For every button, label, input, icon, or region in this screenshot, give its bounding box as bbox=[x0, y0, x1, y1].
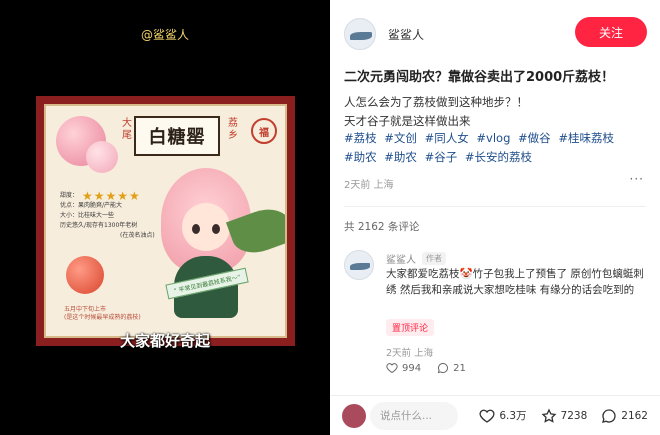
pinned-badge: 置顶评论 bbox=[386, 319, 435, 336]
video-panel[interactable]: @鲨鲨人 大尾 白糖罂 荔乡 福 甜度： ★★★★★ 优点：果肉脆爽/产能大 大… bbox=[0, 0, 330, 435]
poster-inner: 大尾 白糖罂 荔乡 福 甜度： ★★★★★ 优点：果肉脆爽/产能大 大小：比桂味… bbox=[44, 104, 287, 338]
star-icon bbox=[541, 407, 556, 423]
comment-reply-button[interactable]: 21 bbox=[437, 362, 466, 374]
comment-author-name[interactable]: 鲨鲨人 bbox=[386, 251, 416, 266]
info-line: 大小：比桂味大一些 bbox=[60, 212, 115, 219]
tag-list: #荔枝 #文创 #同人女 #vlog #做谷 #桂味荔枝 #助农 #助农 #谷子… bbox=[344, 129, 650, 167]
harvest-line: 五月中下旬上市 bbox=[64, 306, 107, 313]
rating-stars: ★★★★★ bbox=[82, 189, 141, 203]
note-title: 二次元勇闯助农？靠做谷卖出了2000斤荔枝！ bbox=[344, 70, 615, 85]
poster-side-right: 荔乡 bbox=[228, 118, 238, 141]
avatar[interactable] bbox=[344, 18, 376, 50]
bottom-bar: 说点什么... 6.3万 7238 2162 bbox=[330, 395, 660, 435]
tag-link[interactable]: #文创 bbox=[384, 131, 417, 145]
rating-label: 甜度： bbox=[60, 192, 79, 199]
engagement-stats: 6.3万 7238 2162 bbox=[479, 407, 648, 424]
comment-like-count: 994 bbox=[402, 362, 422, 374]
comment-reply-count: 21 bbox=[453, 362, 466, 374]
like-button[interactable]: 6.3万 bbox=[479, 408, 527, 424]
follow-button[interactable]: 关注 bbox=[575, 17, 647, 47]
harvest-line: (是这个时候最早成熟的荔枝) bbox=[64, 314, 141, 321]
author-row[interactable]: 鲨鲨人 bbox=[344, 18, 424, 50]
comment-author: 鲨鲨人 作者 bbox=[386, 251, 446, 266]
video-handle: @鲨鲨人 bbox=[140, 28, 189, 42]
rating-row: 甜度： ★★★★★ bbox=[60, 189, 155, 203]
poster-stamp: 福 bbox=[251, 118, 277, 144]
note-meta: 2天前 上海 bbox=[344, 180, 394, 191]
comment-like-button[interactable]: 994 bbox=[386, 362, 421, 374]
like-count: 6.3万 bbox=[499, 410, 527, 422]
character-face bbox=[182, 203, 230, 251]
comment-actions: 994 21 bbox=[386, 362, 466, 374]
author-name[interactable]: 鲨鲨人 bbox=[388, 26, 424, 43]
note-body: 人怎么会为了荔枝做到这种地步？！ 天才谷子就是这样做出来 bbox=[344, 93, 650, 131]
note-panel: 鲨鲨人 关注 二次元勇闯助农？靠做谷卖出了2000斤荔枝！ 人怎么会为了荔枝做到… bbox=[330, 0, 660, 435]
tag-link[interactable]: #长安的荔枝 bbox=[465, 150, 532, 164]
tag-link[interactable]: #谷子 bbox=[425, 150, 458, 164]
chat-bubble-icon bbox=[602, 408, 616, 423]
comment-total: 2162 bbox=[621, 409, 648, 422]
character-eye bbox=[212, 224, 220, 234]
lychee-illustration bbox=[86, 141, 118, 173]
video-caption: 大家都好奇起 bbox=[119, 332, 210, 350]
tag-link[interactable]: #vlog bbox=[476, 131, 510, 145]
heart-icon bbox=[479, 409, 495, 423]
heart-icon bbox=[386, 363, 398, 374]
harvest-note: 五月中下旬上市 (是这个时候最早成熟的荔枝) bbox=[64, 306, 141, 322]
user-avatar bbox=[342, 403, 366, 428]
poster: 大尾 白糖罂 荔乡 福 甜度： ★★★★★ 优点：果肉脆爽/产能大 大小：比桂味… bbox=[36, 96, 295, 346]
poster-info: 甜度： ★★★★★ 优点：果肉脆爽/产能大 大小：比桂味大一些 历史悠久/现存有… bbox=[60, 189, 155, 241]
note-body-line: 人怎么会为了荔枝做到这种地步？！ bbox=[344, 95, 528, 109]
favorite-count: 7238 bbox=[560, 409, 588, 422]
tag-link[interactable]: #桂味荔枝 bbox=[558, 131, 614, 145]
comment-text: 大家都爱吃荔枝🤡竹子包我上了预售了 原创竹包螭蜓刺绣 然后我和亲戚说大家想吃桂味… bbox=[386, 268, 644, 296]
character-eye bbox=[192, 224, 200, 234]
lychee-illustration bbox=[66, 256, 104, 294]
comment-avatar[interactable] bbox=[344, 250, 374, 280]
comment-time: 2天前 上海 bbox=[386, 348, 434, 359]
comment-input[interactable]: 说点什么... bbox=[370, 401, 458, 430]
comment-count: 共 2162 条评论 bbox=[344, 221, 420, 233]
tag-link[interactable]: #助农 bbox=[344, 150, 377, 164]
info-line: 历史悠久/现存有1300年老树 bbox=[60, 222, 138, 229]
divider bbox=[344, 206, 646, 207]
comments-button[interactable]: 2162 bbox=[601, 408, 648, 424]
chat-bubble-icon bbox=[437, 362, 449, 374]
author-badge: 作者 bbox=[422, 252, 446, 265]
tag-link[interactable]: #助农 bbox=[384, 150, 417, 164]
poster-title: 白糖罂 bbox=[134, 116, 220, 156]
info-line: (在茂名油点) bbox=[120, 232, 155, 239]
more-options-icon[interactable]: ··· bbox=[630, 172, 644, 186]
tag-link[interactable]: #荔枝 bbox=[344, 131, 377, 145]
favorite-button[interactable]: 7238 bbox=[541, 407, 588, 424]
tag-link[interactable]: #同人女 bbox=[425, 131, 469, 145]
tag-link[interactable]: #做谷 bbox=[518, 131, 551, 145]
